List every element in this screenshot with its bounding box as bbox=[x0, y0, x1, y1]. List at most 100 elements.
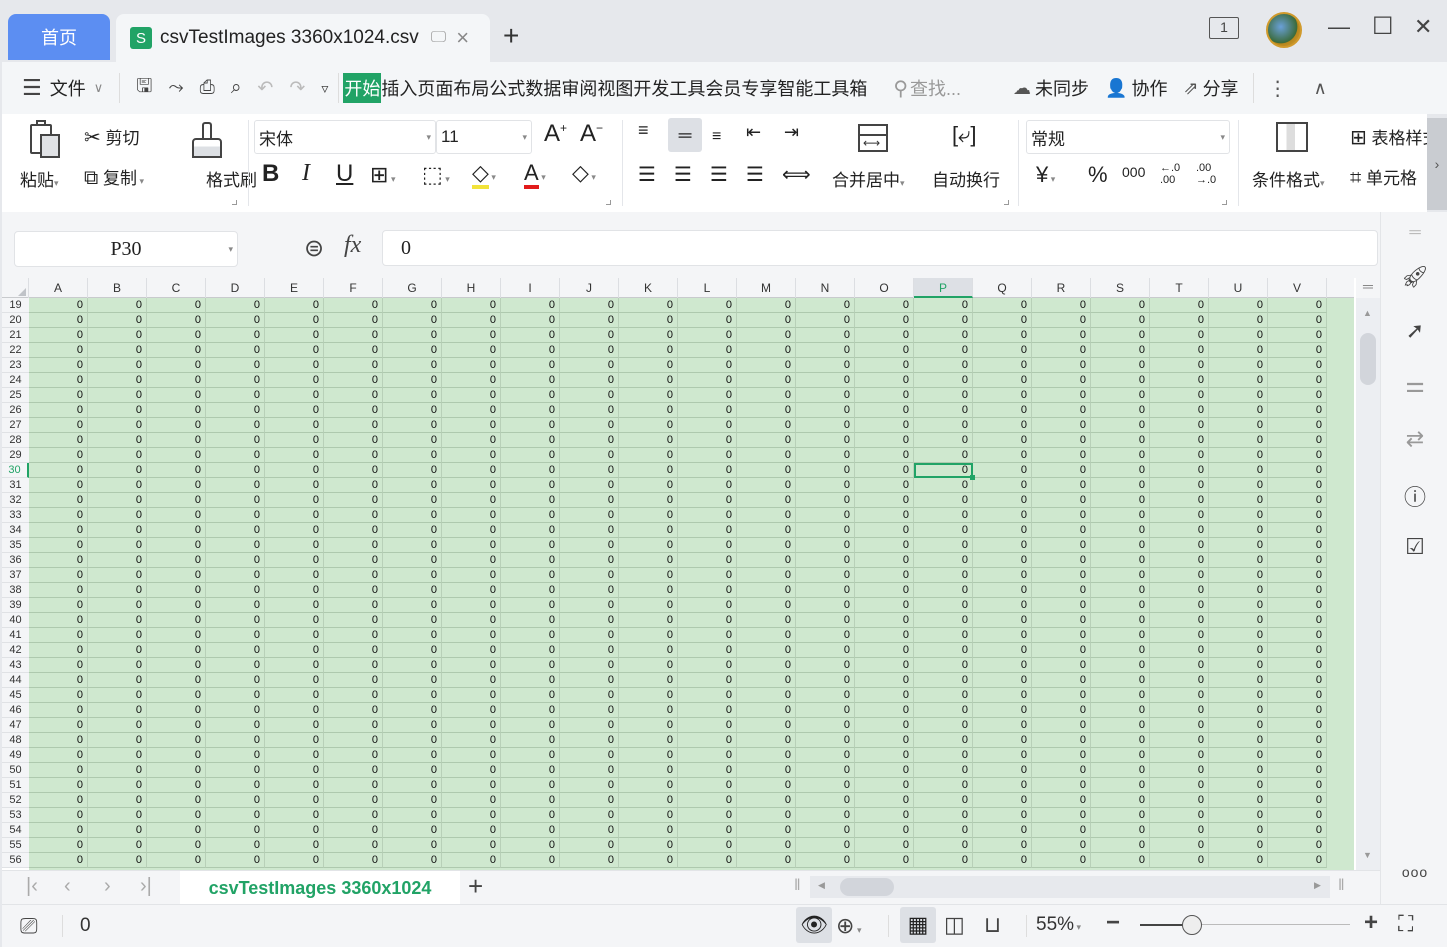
cell[interactable]: 0 bbox=[442, 658, 501, 673]
cell[interactable]: 0 bbox=[914, 418, 973, 433]
cell[interactable]: 0 bbox=[1150, 613, 1209, 628]
scroll-right-icon[interactable]: ▶ bbox=[1314, 880, 1321, 891]
cell[interactable]: 0 bbox=[29, 763, 88, 778]
cell[interactable]: 0 bbox=[678, 658, 737, 673]
cell[interactable]: 0 bbox=[147, 538, 206, 553]
cell[interactable]: 0 bbox=[501, 418, 560, 433]
cell[interactable]: 0 bbox=[619, 628, 678, 643]
cell[interactable]: 0 bbox=[147, 613, 206, 628]
cell[interactable]: 0 bbox=[855, 853, 914, 868]
cell[interactable]: 0 bbox=[796, 673, 855, 688]
cell[interactable]: 0 bbox=[796, 808, 855, 823]
cell[interactable]: 0 bbox=[442, 673, 501, 688]
cell[interactable]: 0 bbox=[855, 823, 914, 838]
cell[interactable]: 0 bbox=[973, 733, 1032, 748]
cell[interactable]: 0 bbox=[855, 358, 914, 373]
zoom-formula-icon[interactable]: ⊜ bbox=[304, 234, 324, 263]
cell[interactable]: 0 bbox=[796, 358, 855, 373]
active-cell[interactable]: 0 bbox=[914, 463, 973, 478]
cell[interactable]: 0 bbox=[29, 313, 88, 328]
fx-icon[interactable]: fx bbox=[344, 232, 361, 259]
cell[interactable]: 0 bbox=[1150, 643, 1209, 658]
cell[interactable]: 0 bbox=[914, 448, 973, 463]
cell[interactable]: 0 bbox=[1209, 478, 1268, 493]
cell[interactable]: 0 bbox=[206, 298, 265, 313]
cell[interactable]: 0 bbox=[1150, 748, 1209, 763]
cell[interactable]: 0 bbox=[383, 418, 442, 433]
cell[interactable]: 0 bbox=[973, 598, 1032, 613]
archive-check-icon[interactable]: ☑ bbox=[1401, 534, 1429, 560]
cell[interactable]: 0 bbox=[914, 538, 973, 553]
cell[interactable]: 0 bbox=[1032, 493, 1091, 508]
column-header-e[interactable]: E bbox=[265, 278, 324, 298]
cell[interactable]: 0 bbox=[1268, 358, 1327, 373]
cell[interactable]: 0 bbox=[88, 298, 147, 313]
font-size-select[interactable]: 11 ▾ bbox=[436, 120, 532, 154]
cell[interactable]: 0 bbox=[1268, 778, 1327, 793]
paste-icon[interactable] bbox=[28, 120, 62, 160]
conditional-format-icon[interactable] bbox=[1276, 122, 1308, 152]
cell[interactable]: 0 bbox=[914, 373, 973, 388]
cell[interactable]: 0 bbox=[324, 733, 383, 748]
cell[interactable]: 0 bbox=[88, 493, 147, 508]
cell[interactable]: 0 bbox=[678, 838, 737, 853]
cell[interactable]: 0 bbox=[619, 508, 678, 523]
cell[interactable]: 0 bbox=[973, 823, 1032, 838]
cell[interactable]: 0 bbox=[796, 553, 855, 568]
row-header-51[interactable]: 51 bbox=[2, 778, 29, 793]
cell[interactable]: 0 bbox=[914, 853, 973, 868]
cell[interactable]: 0 bbox=[678, 418, 737, 433]
cell[interactable]: 0 bbox=[442, 508, 501, 523]
cell[interactable]: 0 bbox=[1091, 853, 1150, 868]
cell[interactable]: 0 bbox=[206, 613, 265, 628]
cell[interactable]: 0 bbox=[1209, 388, 1268, 403]
cell[interactable]: 0 bbox=[914, 613, 973, 628]
cell[interactable]: 0 bbox=[383, 358, 442, 373]
cell[interactable]: 0 bbox=[383, 628, 442, 643]
cell[interactable]: 0 bbox=[855, 628, 914, 643]
cell[interactable]: 0 bbox=[914, 508, 973, 523]
cell[interactable]: 0 bbox=[442, 643, 501, 658]
cell[interactable]: 0 bbox=[1268, 313, 1327, 328]
row-header-40[interactable]: 40 bbox=[2, 613, 29, 628]
cell[interactable]: 0 bbox=[973, 373, 1032, 388]
cell[interactable]: 0 bbox=[206, 703, 265, 718]
cell[interactable]: 0 bbox=[1091, 613, 1150, 628]
cell[interactable]: 0 bbox=[206, 373, 265, 388]
cell[interactable]: 0 bbox=[796, 523, 855, 538]
cell[interactable]: 0 bbox=[1150, 763, 1209, 778]
sync-status[interactable]: ☁ 未同步 bbox=[1013, 75, 1089, 101]
cell[interactable]: 0 bbox=[147, 568, 206, 583]
cell[interactable]: 0 bbox=[1150, 598, 1209, 613]
cell[interactable]: 0 bbox=[1209, 688, 1268, 703]
cell[interactable]: 0 bbox=[501, 733, 560, 748]
column-header-u[interactable]: U bbox=[1209, 278, 1268, 298]
cell[interactable]: 0 bbox=[442, 748, 501, 763]
cell[interactable]: 0 bbox=[678, 718, 737, 733]
cell[interactable]: 0 bbox=[1091, 463, 1150, 478]
cell[interactable]: 0 bbox=[678, 793, 737, 808]
row-header-44[interactable]: 44 bbox=[2, 673, 29, 688]
column-header-i[interactable]: I bbox=[501, 278, 560, 298]
cell[interactable]: 0 bbox=[1091, 628, 1150, 643]
cell[interactable]: 0 bbox=[796, 538, 855, 553]
cell[interactable]: 0 bbox=[501, 838, 560, 853]
cell[interactable]: 0 bbox=[501, 583, 560, 598]
cell[interactable]: 0 bbox=[265, 643, 324, 658]
cell[interactable]: 0 bbox=[914, 298, 973, 313]
cell[interactable]: 0 bbox=[442, 523, 501, 538]
row-header-19[interactable]: 19 bbox=[2, 298, 29, 313]
merge-center-button[interactable]: 合并居中▾ bbox=[832, 166, 905, 191]
decrease-font-size-icon[interactable]: A− bbox=[580, 120, 603, 148]
cell[interactable]: 0 bbox=[1032, 358, 1091, 373]
cell[interactable]: 0 bbox=[678, 493, 737, 508]
cell[interactable]: 0 bbox=[973, 463, 1032, 478]
zoom-level-select[interactable]: 55% ▾ bbox=[1036, 914, 1081, 936]
cell[interactable]: 0 bbox=[383, 778, 442, 793]
cell[interactable]: 0 bbox=[442, 583, 501, 598]
close-tab-icon[interactable]: × bbox=[456, 25, 469, 51]
cell[interactable]: 0 bbox=[678, 733, 737, 748]
cell[interactable]: 0 bbox=[560, 298, 619, 313]
cell[interactable]: 0 bbox=[1209, 418, 1268, 433]
cell[interactable]: 0 bbox=[560, 583, 619, 598]
